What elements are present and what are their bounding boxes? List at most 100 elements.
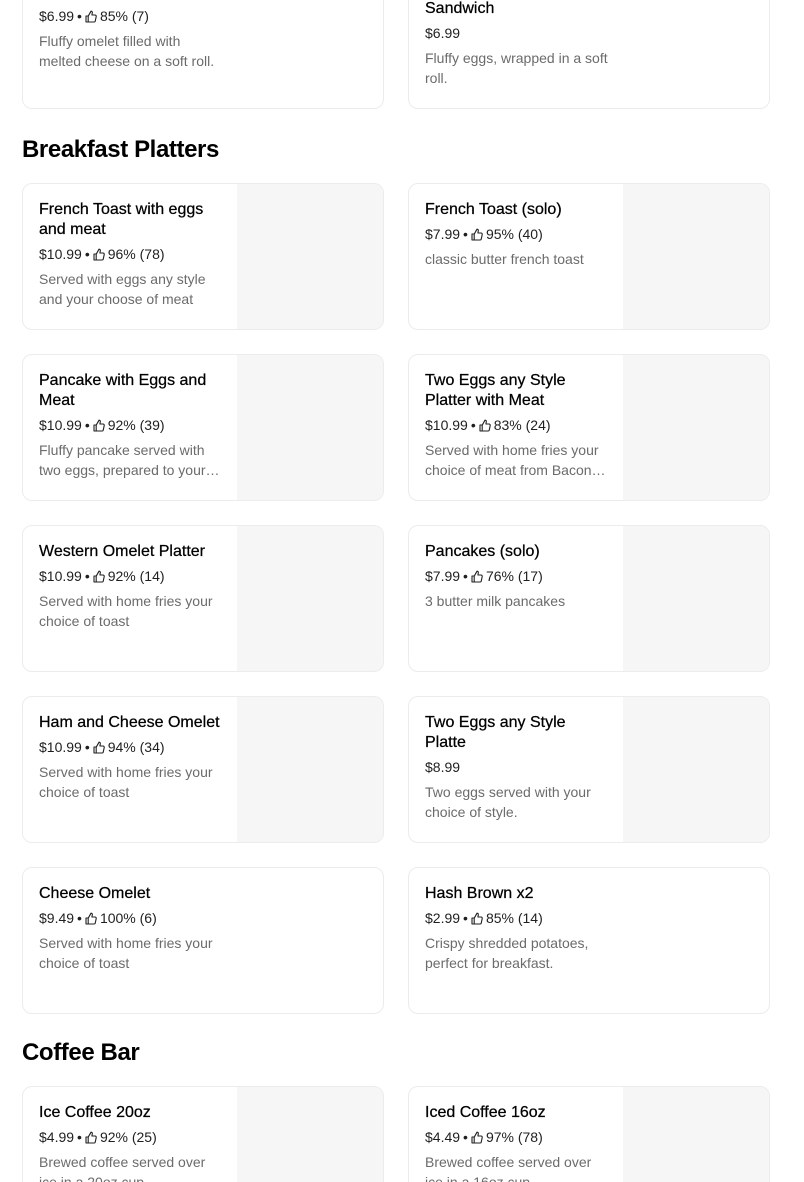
menu-item-card[interactable]: Cheese Omelet $9.49 • 100% (6) Served wi… bbox=[22, 867, 384, 1014]
item-price: $4.99 bbox=[39, 1129, 75, 1145]
menu-item-card[interactable]: $6.99 • 85% (7) Fluffy omelet filled wit… bbox=[22, 0, 384, 109]
item-meta: $8.99 bbox=[425, 758, 609, 776]
item-rating: 96% (78) bbox=[107, 246, 165, 262]
item-description: Fluffy omelet filled with melted cheese … bbox=[39, 33, 215, 69]
item-name: Western Omelet Platter bbox=[39, 543, 205, 560]
thumbs-up-icon bbox=[471, 228, 483, 241]
item-meta: $2.99 • 85% (14) bbox=[425, 910, 543, 926]
menu-item-card[interactable]: French Toast with eggs and meat $10.99 •… bbox=[22, 183, 384, 330]
item-price: $10.99 bbox=[425, 417, 468, 433]
item-price: $2.99 bbox=[425, 910, 461, 926]
menu-item-card[interactable]: Pancake with Eggs and Meat $10.99 • 92% … bbox=[22, 354, 384, 501]
menu-item-card[interactable]: Pancakes (solo) $7.99 • 76% (17) 3 butte… bbox=[408, 525, 770, 672]
item-meta: $7.99 • 76% (17) bbox=[425, 568, 543, 584]
item-meta: $6.99 • 85% (7) bbox=[39, 8, 149, 24]
item-description: Fluffy pancake served with two eggs, pre… bbox=[39, 442, 206, 478]
item-description: Fluffy eggs, wrapped in a soft roll. bbox=[425, 50, 608, 86]
item-price: $8.99 bbox=[425, 759, 461, 775]
item-name: French Toast with eggs and meat bbox=[39, 201, 204, 238]
menu-item-card[interactable]: Hash Brown x2 $2.99 • 85% (14) Crispy sh… bbox=[408, 867, 770, 1014]
item-name: Ice Coffee 20oz bbox=[39, 1104, 151, 1121]
menu-item-card[interactable]: French Toast (solo) $7.99 • 95% (40) cla… bbox=[408, 183, 770, 330]
thumbs-up-icon bbox=[93, 419, 105, 432]
item-meta: $9.49 • 100% (6) bbox=[39, 910, 157, 926]
item-meta: $10.99 • 96% (78) bbox=[39, 246, 165, 262]
menu-item-card[interactable]: Two Eggs any Style Platter with Meat $10… bbox=[408, 354, 770, 501]
section-title-coffee-bar: Coffee Bar bbox=[22, 1039, 140, 1066]
item-name: Iced Coffee 16oz bbox=[425, 1104, 546, 1121]
item-description: Two eggs served with your choice of styl… bbox=[425, 784, 591, 820]
item-rating: 92% (14) bbox=[107, 568, 165, 584]
item-name: French Toast (solo) bbox=[425, 201, 562, 218]
thumbs-up-icon bbox=[93, 248, 105, 261]
item-rating: 85% (14) bbox=[485, 910, 543, 926]
item-name: Two Eggs any Style Platter with Meat bbox=[425, 372, 566, 409]
thumbs-up-icon bbox=[85, 1131, 97, 1144]
item-meta: $4.99 • 92% (25) bbox=[39, 1129, 157, 1145]
thumbs-up-icon bbox=[471, 912, 483, 925]
menu-item-card[interactable]: Ice Coffee 20oz $4.99 • 92% (25) Brewed … bbox=[22, 1086, 384, 1182]
thumbs-up-icon bbox=[479, 419, 491, 432]
item-image-placeholder bbox=[623, 526, 769, 671]
thumbs-up-icon bbox=[471, 1131, 483, 1144]
item-image-placeholder bbox=[623, 184, 769, 329]
item-rating: 76% (17) bbox=[485, 568, 543, 584]
menu-item-card[interactable]: Iced Coffee 16oz $4.49 • 97% (78) Brewed… bbox=[408, 1086, 770, 1182]
item-image-placeholder bbox=[623, 1087, 769, 1182]
item-description: Crispy shredded potatoes, perfect for br… bbox=[425, 935, 589, 971]
item-image-placeholder bbox=[237, 526, 383, 671]
item-rating: 85% (7) bbox=[99, 8, 149, 24]
item-rating: 92% (25) bbox=[99, 1129, 157, 1145]
item-description: Served with eggs any style and your choo… bbox=[39, 271, 206, 307]
item-price: $6.99 bbox=[39, 8, 75, 24]
item-price: $6.99 bbox=[425, 25, 461, 41]
item-description: Served with home fries your choice of me… bbox=[425, 442, 599, 478]
item-price: $7.99 bbox=[425, 568, 461, 584]
item-rating: 97% (78) bbox=[485, 1129, 543, 1145]
item-price: $9.49 bbox=[39, 910, 75, 926]
item-description: 3 butter milk pancakes bbox=[425, 593, 566, 609]
menu-item-card[interactable]: Two Eggs any Style Platte $8.99 Two eggs… bbox=[408, 696, 770, 843]
item-description: Served with home fries your choice of to… bbox=[39, 935, 213, 971]
item-price: $10.99 bbox=[39, 246, 82, 262]
item-price: $7.99 bbox=[425, 226, 461, 242]
item-meta: $7.99 • 95% (40) bbox=[425, 226, 543, 242]
item-name: Hash Brown x2 bbox=[425, 885, 534, 902]
item-rating: 94% (34) bbox=[107, 739, 165, 755]
item-price: $4.49 bbox=[425, 1129, 461, 1145]
item-image-placeholder bbox=[623, 697, 769, 842]
item-meta: $6.99 bbox=[425, 24, 609, 42]
item-description: Brewed coffee served over ice in a 20oz … bbox=[39, 1154, 206, 1182]
item-image-placeholder bbox=[237, 1087, 383, 1182]
item-name: Ham and Cheese Omelet bbox=[39, 714, 220, 731]
menu-item-card[interactable]: Ham and Cheese Omelet $10.99 • 94% (34) … bbox=[22, 696, 384, 843]
item-image-placeholder bbox=[237, 355, 383, 500]
menu-item-card[interactable]: Western Omelet Platter $10.99 • 92% (14)… bbox=[22, 525, 384, 672]
item-image-placeholder bbox=[237, 184, 383, 329]
item-name: Sandwich bbox=[425, 0, 495, 17]
item-rating: 92% (39) bbox=[107, 417, 165, 433]
thumbs-up-icon bbox=[85, 10, 97, 23]
item-image-placeholder bbox=[623, 355, 769, 500]
item-meta: $10.99 • 94% (34) bbox=[39, 739, 165, 755]
item-description: Brewed coffee served over ice in a 16oz … bbox=[425, 1154, 592, 1182]
item-name: Pancake with Eggs and Meat bbox=[39, 372, 207, 409]
thumbs-up-icon bbox=[93, 570, 105, 583]
item-meta: $10.99 • 92% (14) bbox=[39, 568, 165, 584]
item-description: classic butter french toast bbox=[425, 251, 584, 267]
item-rating: 100% (6) bbox=[99, 910, 157, 926]
item-rating: 83% (24) bbox=[493, 417, 551, 433]
item-price: $10.99 bbox=[39, 568, 82, 584]
item-name: Two Eggs any Style Platte bbox=[425, 714, 566, 751]
menu-item-card[interactable]: Sandwich $6.99 Fluffy eggs, wrapped in a… bbox=[408, 0, 770, 109]
item-price: $10.99 bbox=[39, 417, 82, 433]
item-name: Pancakes (solo) bbox=[425, 543, 540, 560]
item-name: Cheese Omelet bbox=[39, 885, 151, 902]
section-title-breakfast-platters: Breakfast Platters bbox=[22, 136, 219, 163]
item-description: Served with home fries your choice of to… bbox=[39, 764, 213, 800]
thumbs-up-icon bbox=[85, 912, 97, 925]
item-meta: $10.99 • 83% (24) bbox=[425, 417, 551, 433]
item-meta: $10.99 • 92% (39) bbox=[39, 417, 165, 433]
item-price: $10.99 bbox=[39, 739, 82, 755]
thumbs-up-icon bbox=[93, 741, 105, 754]
